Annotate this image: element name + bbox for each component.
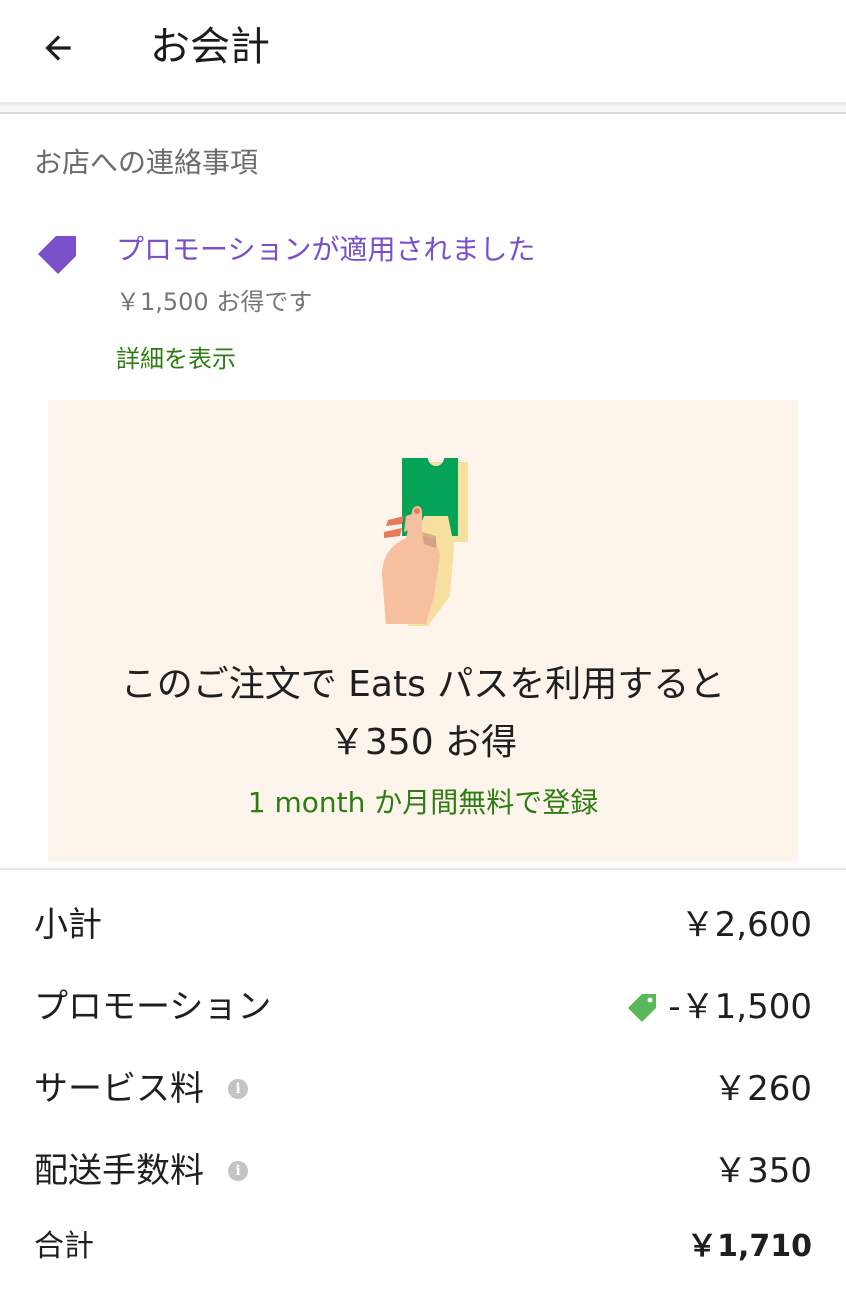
promotion-value-wrap: -￥1,500 (626, 982, 812, 1032)
eats-pass-message: このご注文で Eats パスを利用すると (120, 664, 726, 705)
header: お会計 (0, 0, 846, 104)
page-title: お会計 (150, 24, 270, 70)
info-icon[interactable]: i (228, 1079, 248, 1099)
tag-icon (628, 994, 657, 1022)
back-button[interactable] (36, 26, 80, 70)
promotion-value: -￥1,500 (668, 987, 812, 1027)
delivery-fee-row: 配送手数料 i ￥350 (34, 1146, 812, 1196)
total-row: 合計 ￥1,710 (34, 1222, 812, 1272)
hand-holding-ticket-icon (382, 458, 468, 626)
arrow-left-icon (45, 35, 71, 61)
service-fee-row: サービス料 i ￥260 (34, 1064, 812, 1114)
subtotal-label: 小計 (34, 905, 102, 945)
subtotal-row: 小計 ￥2,600 (34, 900, 812, 950)
total-label: 合計 (34, 1229, 94, 1264)
promotion-savings-text: ￥1,500 お得です (116, 288, 313, 316)
eats-pass-signup-link[interactable]: 1 month か月間無料で登録 (48, 784, 798, 822)
service-fee-label-wrap: サービス料 i (34, 1064, 248, 1114)
info-icon[interactable]: i (228, 1161, 248, 1181)
eats-pass-banner[interactable]: このご注文で Eats パスを利用すると ￥350 お得 1 month か月間… (48, 400, 798, 862)
delivery-fee-label-wrap: 配送手数料 i (34, 1146, 248, 1196)
header-shadow (0, 102, 846, 114)
total-value: ￥1,710 (687, 1229, 812, 1264)
section-divider (0, 868, 846, 870)
subtotal-value: ￥2,600 (680, 905, 812, 945)
show-details-link[interactable]: 詳細を表示 (116, 342, 236, 376)
tag-icon (38, 236, 76, 274)
promotion-applied-title: プロモーションが適用されました (116, 233, 536, 266)
service-fee-label: サービス料 (34, 1069, 204, 1109)
promotion-row: プロモーション -￥1,500 (34, 982, 812, 1032)
delivery-fee-label: 配送手数料 (34, 1151, 204, 1191)
promotion-label: プロモーション (34, 987, 272, 1027)
store-note-link[interactable]: お店への連絡事項 (34, 144, 258, 182)
delivery-fee-value: ￥350 (713, 1151, 812, 1191)
eats-pass-savings: ￥350 お得 (328, 722, 518, 763)
service-fee-value: ￥260 (713, 1069, 812, 1109)
